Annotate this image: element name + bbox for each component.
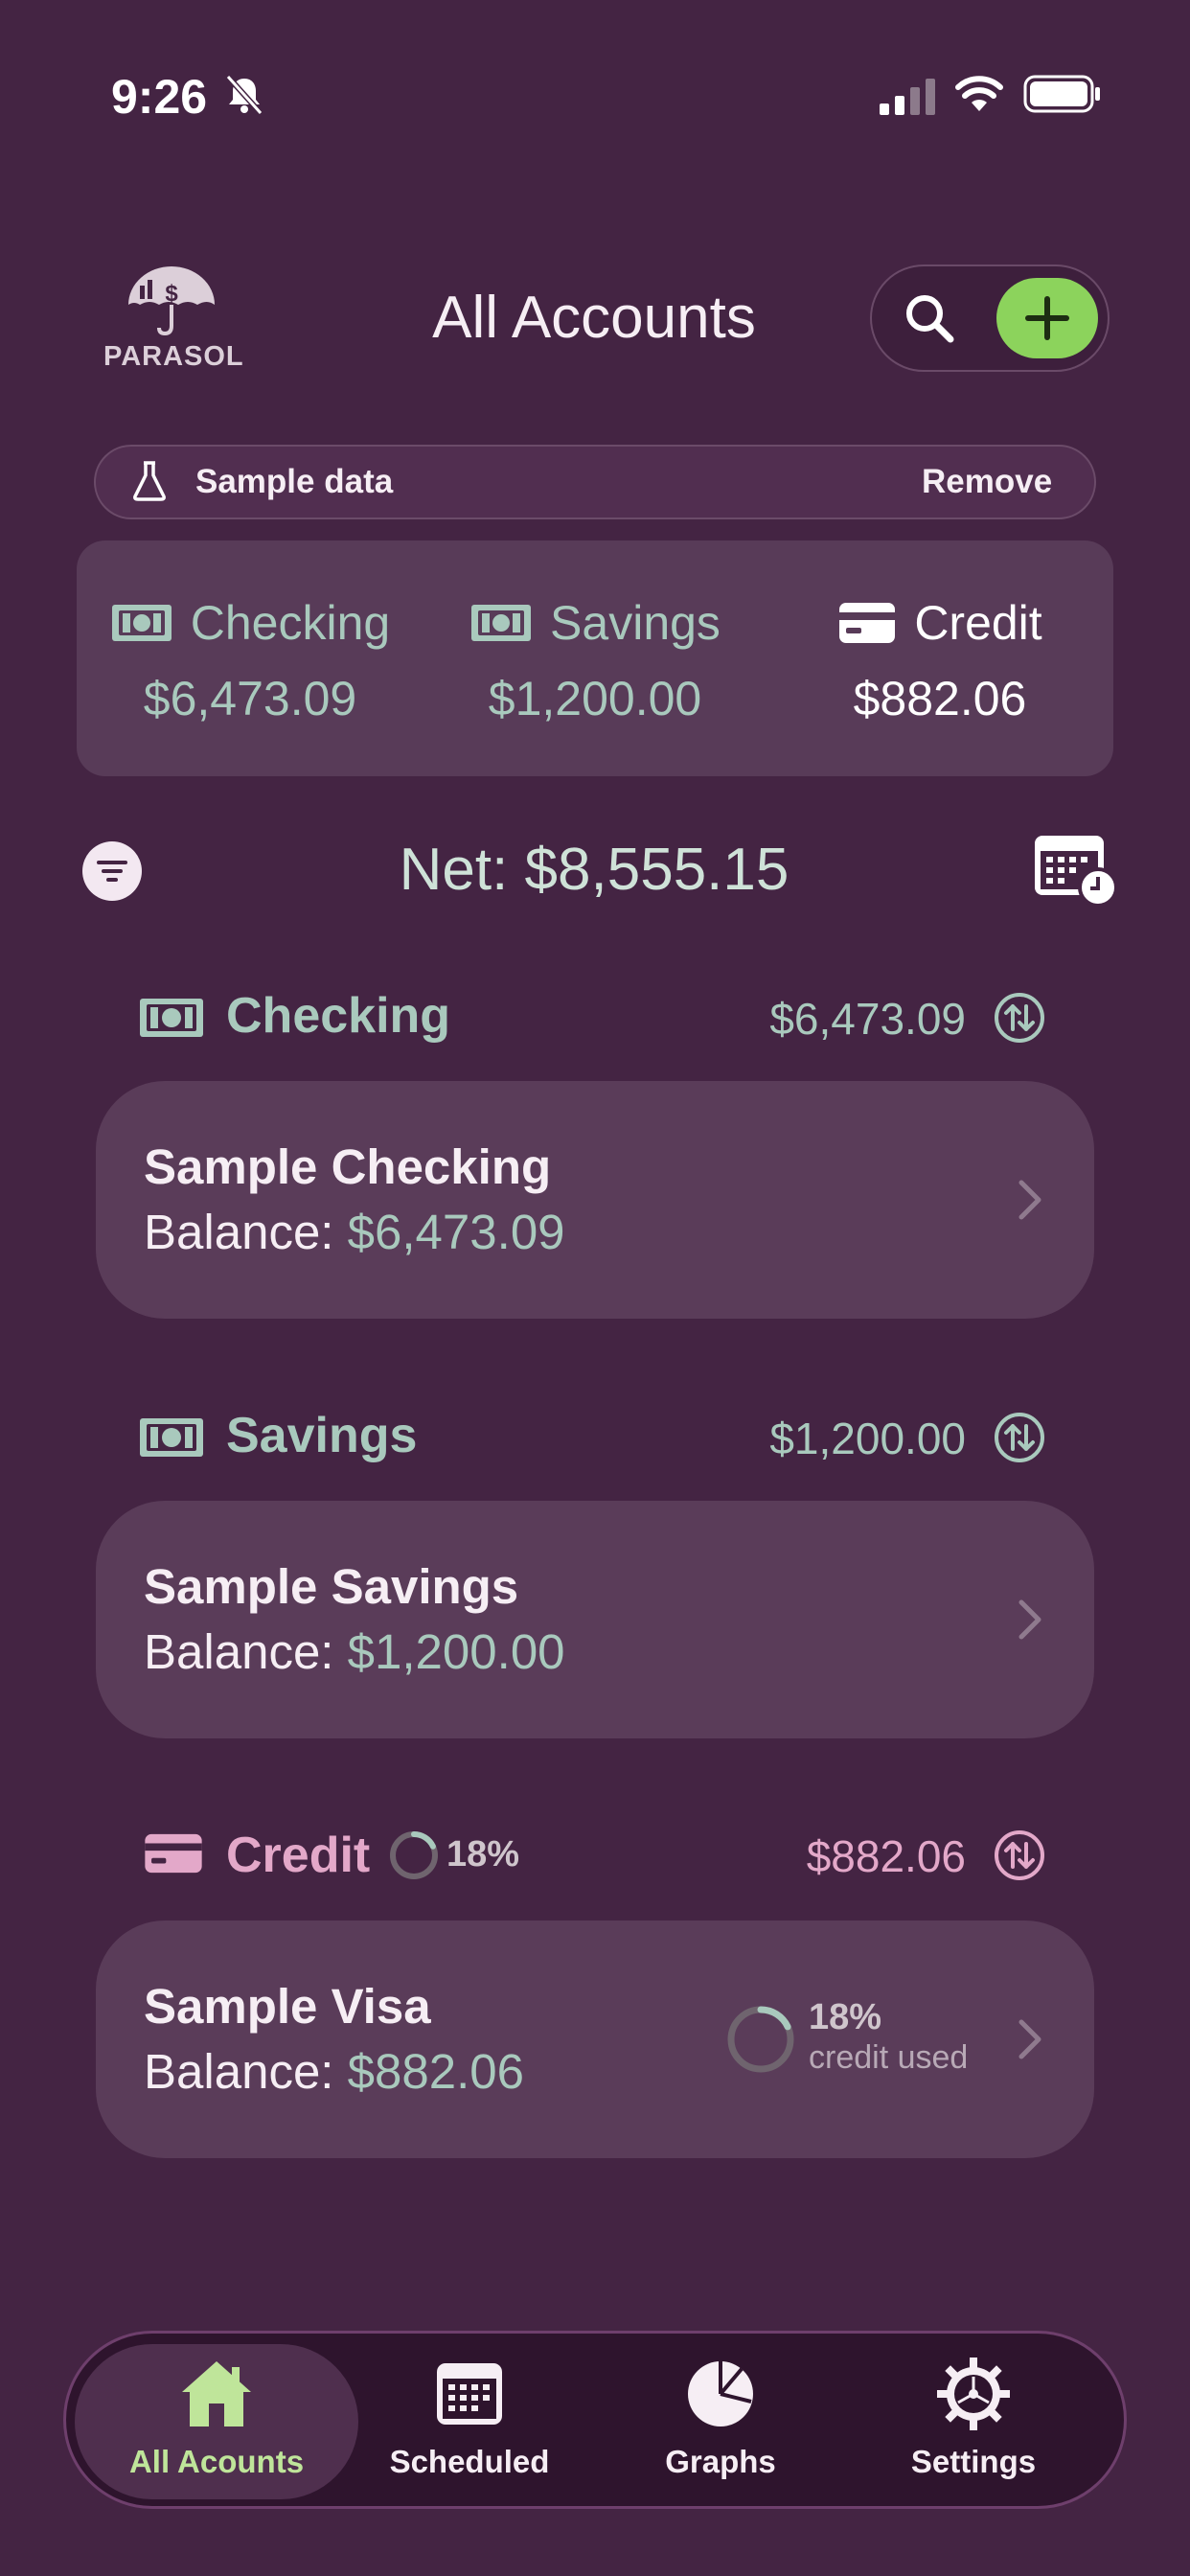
- chevron-right-icon: [1018, 2019, 1041, 2059]
- summary-credit-label: Credit: [914, 596, 1042, 650]
- summary-savings[interactable]: Savings $1,200.00: [437, 585, 753, 738]
- plus-icon: [1025, 296, 1069, 340]
- tab-all-accounts[interactable]: All Acounts: [102, 2358, 332, 2492]
- summary-checking-label: Checking: [190, 596, 391, 650]
- cash-icon: [140, 1418, 203, 1457]
- pie-chart-icon: [688, 2361, 753, 2426]
- account-balance: Balance: $6,473.09: [144, 1205, 565, 1259]
- section-title-checking: Checking: [226, 988, 451, 1044]
- tab-label: Graphs: [665, 2444, 776, 2479]
- account-name: Sample Checking: [144, 1139, 552, 1194]
- status-time: 9:26: [111, 70, 208, 124]
- account-balance: Balance: $882.06: [144, 2044, 525, 2099]
- credit-utilization-label: 18%: [446, 1834, 520, 1874]
- summary-credit[interactable]: Credit $882.06: [782, 585, 1098, 738]
- credit-card-icon: [839, 603, 896, 643]
- tab-scheduled[interactable]: Scheduled: [355, 2358, 584, 2492]
- cash-icon: [140, 999, 203, 1037]
- chevron-right-icon: [1018, 1599, 1041, 1640]
- remove-sample-data-button[interactable]: Remove: [922, 463, 1052, 501]
- cash-icon: [471, 605, 532, 641]
- section-total-credit: $882.06: [806, 1831, 966, 1881]
- account-balance: Balance: $1,200.00: [144, 1624, 565, 1679]
- wifi-icon: [955, 76, 1003, 111]
- summary-checking-value: $6,473.09: [143, 672, 357, 725]
- gear-icon: [937, 2358, 1010, 2430]
- filter-icon: [97, 861, 127, 882]
- summary-savings-label: Savings: [550, 596, 721, 650]
- section-title-credit: Credit: [226, 1828, 371, 1883]
- chevron-right-icon: [1018, 1180, 1041, 1220]
- add-account-button[interactable]: [996, 278, 1098, 358]
- svg-text:$: $: [165, 281, 178, 307]
- search-icon: [906, 295, 954, 343]
- credit-used-percent: 18%: [809, 1997, 882, 2037]
- cellular-signal-icon: [880, 79, 935, 115]
- credit-used-ring: [727, 2006, 794, 2073]
- logo-text: PARASOL: [103, 341, 244, 372]
- summary-savings-value: $1,200.00: [488, 672, 702, 725]
- tab-graphs[interactable]: Graphs: [606, 2358, 835, 2492]
- home-icon: [182, 2361, 251, 2426]
- credit-utilization-ring: [390, 1831, 438, 1879]
- sample-data-label: Sample data: [195, 463, 394, 500]
- transfer-icon[interactable]: [993, 991, 1046, 1045]
- tab-label: Settings: [910, 2444, 1037, 2479]
- cash-icon: [111, 605, 172, 641]
- section-total-savings: $1,200.00: [769, 1414, 966, 1463]
- account-name: Sample Visa: [144, 1979, 431, 2034]
- tab-label: Scheduled: [389, 2444, 550, 2479]
- credit-card-icon: [145, 1833, 202, 1874]
- calendar-icon: [437, 2363, 502, 2425]
- summary-checking[interactable]: Checking $6,473.09: [92, 585, 408, 738]
- account-name: Sample Savings: [144, 1559, 519, 1614]
- account-card-sample-savings[interactable]: [96, 1501, 1094, 1738]
- search-button[interactable]: [897, 286, 962, 351]
- summary-credit-value: $882.06: [853, 672, 1027, 725]
- flask-icon: [133, 461, 166, 501]
- section-total-checking: $6,473.09: [769, 994, 966, 1044]
- credit-used-label: credit used: [809, 2039, 969, 2076]
- section-title-savings: Savings: [226, 1408, 418, 1463]
- calendar-clock-icon[interactable]: [1033, 832, 1119, 908]
- tab-label: All Acounts: [128, 2444, 305, 2479]
- net-total: Net: $8,555.15: [399, 837, 790, 903]
- account-card-sample-checking[interactable]: [96, 1081, 1094, 1319]
- battery-icon: [1023, 75, 1100, 113]
- filter-button[interactable]: [82, 841, 142, 901]
- silent-bell-icon: [225, 74, 263, 116]
- page-title: All Accounts: [432, 285, 756, 351]
- transfer-icon[interactable]: [993, 1411, 1046, 1464]
- tab-settings[interactable]: Settings: [858, 2358, 1088, 2492]
- transfer-icon[interactable]: [993, 1828, 1046, 1882]
